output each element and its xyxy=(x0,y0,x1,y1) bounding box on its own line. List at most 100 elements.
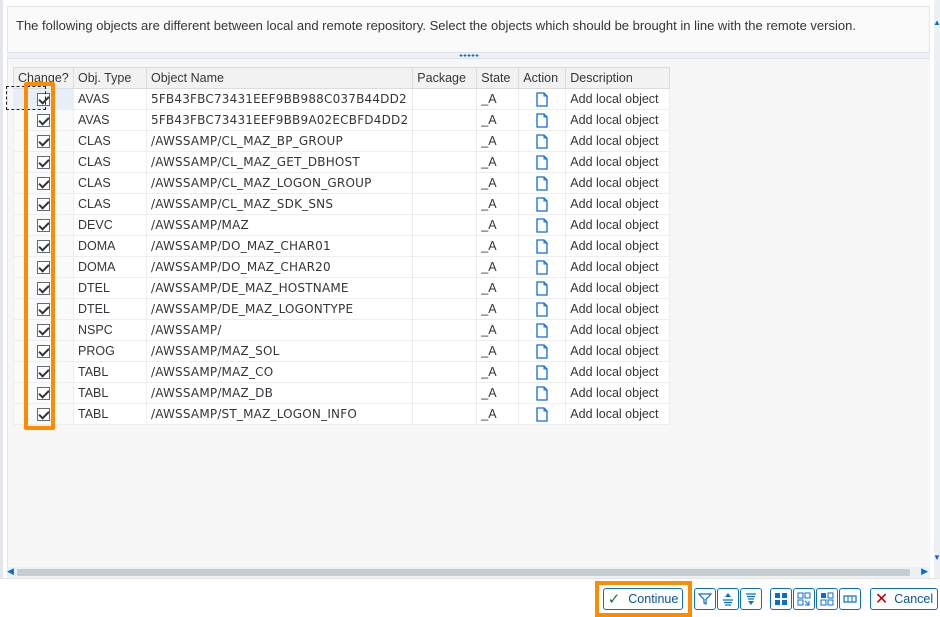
change-checkbox[interactable] xyxy=(37,219,50,233)
change-checkbox[interactable] xyxy=(37,261,50,275)
document-icon[interactable] xyxy=(536,385,548,401)
document-icon[interactable] xyxy=(536,91,548,107)
obj-type-cell: DOMA xyxy=(73,235,147,257)
column-header-state[interactable]: State xyxy=(476,67,520,89)
change-checkbox[interactable] xyxy=(37,198,50,212)
table-row[interactable]: TABL/AWSSAMP/ST_MAZ_LOGON_INFO _A Add loca… xyxy=(13,403,671,425)
obj-type-cell: DOMA xyxy=(73,256,147,278)
scroll-right-icon[interactable]: ▶ xyxy=(921,566,928,577)
change-checkbox[interactable] xyxy=(37,303,50,317)
document-icon[interactable] xyxy=(536,280,548,296)
column-header-obj-type[interactable]: Obj. Type xyxy=(73,67,147,89)
change-checkbox[interactable] xyxy=(37,387,50,401)
package-cell xyxy=(412,109,478,131)
select-all-button[interactable] xyxy=(770,588,792,610)
table-row[interactable]: DTEL/AWSSAMP/DE_MAZ_LOGONTYPE _A Add local… xyxy=(13,298,671,320)
deselect-all-icon xyxy=(820,592,834,606)
action-cell[interactable] xyxy=(518,319,567,341)
change-checkbox[interactable] xyxy=(37,114,50,128)
column-header-object-name[interactable]: Object Name xyxy=(145,67,414,89)
splitter-grip-icon[interactable] xyxy=(459,54,479,57)
document-icon[interactable] xyxy=(536,343,548,359)
action-cell[interactable] xyxy=(518,403,567,425)
deselect-all-button[interactable] xyxy=(816,588,838,610)
action-cell[interactable] xyxy=(518,361,567,383)
object-name-cell: /AWSSAMP/MAZ_DB xyxy=(145,382,414,404)
table-row[interactable]: TABL/AWSSAMP/MAZ_DB _A Add local object xyxy=(13,382,671,404)
action-cell[interactable] xyxy=(518,256,567,278)
sort-descending-button[interactable] xyxy=(740,588,762,610)
panel-splitter[interactable] xyxy=(7,52,930,59)
action-cell[interactable] xyxy=(518,172,567,194)
horizontal-scroll-thumb[interactable] xyxy=(17,569,910,576)
action-cell[interactable] xyxy=(518,340,567,362)
document-icon[interactable] xyxy=(536,217,548,233)
table-row[interactable]: AVAS 5FB43FBC73431EEF9BB9A02ECBFD4DD2 _A Ad… xyxy=(13,109,671,131)
action-cell[interactable] xyxy=(518,109,567,131)
table-row[interactable]: CLAS/AWSSAMP/CL_MAZ_GET_DBHOST _A Add loca… xyxy=(13,151,671,173)
table-row[interactable]: DEVC/AWSSAMP/MAZ _A Add local object xyxy=(13,214,671,236)
document-icon[interactable] xyxy=(536,112,548,128)
filter-button[interactable] xyxy=(694,588,716,610)
change-cell xyxy=(13,235,74,257)
continue-button[interactable]: ✓ Continue xyxy=(603,588,683,610)
sort-ascending-button[interactable] xyxy=(717,588,739,610)
table-row[interactable]: DOMA/AWSSAMP/DO_MAZ_CHAR20 _A Add local ob… xyxy=(13,256,671,278)
change-checkbox[interactable] xyxy=(37,135,50,149)
action-cell[interactable] xyxy=(518,130,567,152)
change-checkbox[interactable] xyxy=(37,156,50,170)
document-icon[interactable] xyxy=(536,154,548,170)
scroll-left-icon[interactable]: ◀ xyxy=(7,566,14,577)
package-cell xyxy=(412,277,478,299)
select-block-button[interactable] xyxy=(793,588,815,610)
action-cell[interactable] xyxy=(518,214,567,236)
table-row[interactable]: CLAS/AWSSAMP/CL_MAZ_LOGON_GROUP _A Add loc… xyxy=(13,172,671,194)
state-cell: _A xyxy=(476,193,520,215)
vertical-scrollbar[interactable] xyxy=(934,0,940,578)
action-cell[interactable] xyxy=(518,193,567,215)
change-cell xyxy=(13,319,74,341)
change-checkbox[interactable] xyxy=(37,282,50,296)
action-cell[interactable] xyxy=(518,235,567,257)
column-header-action[interactable]: Action xyxy=(518,67,567,89)
change-checkbox[interactable] xyxy=(37,345,50,359)
table-row[interactable]: DOMA/AWSSAMP/DO_MAZ_CHAR01 _A Add local ob… xyxy=(13,235,671,257)
action-cell[interactable] xyxy=(518,298,567,320)
obj-type-cell: TABL xyxy=(73,361,147,383)
document-icon[interactable] xyxy=(536,322,548,338)
horizontal-scrollbar[interactable]: ◀ ▶ xyxy=(7,566,930,578)
table-row[interactable]: PROG/AWSSAMP/MAZ_SOL _A Add local object xyxy=(13,340,671,362)
document-icon[interactable] xyxy=(536,259,548,275)
column-header-change[interactable]: Change? xyxy=(13,67,74,89)
table-row[interactable]: TABL/AWSSAMP/MAZ_CO _A Add local object xyxy=(13,361,671,383)
table-row[interactable]: DTEL/AWSSAMP/DE_MAZ_HOSTNAME _A Add local … xyxy=(13,277,671,299)
document-icon[interactable] xyxy=(536,175,548,191)
column-header-description[interactable]: Description xyxy=(565,67,671,89)
document-icon[interactable] xyxy=(536,238,548,254)
action-cell[interactable] xyxy=(518,382,567,404)
document-icon[interactable] xyxy=(536,364,548,380)
document-icon[interactable] xyxy=(536,196,548,212)
action-cell[interactable] xyxy=(518,277,567,299)
action-cell[interactable] xyxy=(518,88,567,110)
change-checkbox[interactable] xyxy=(37,408,50,422)
cancel-button[interactable]: ✕ Cancel xyxy=(870,588,938,610)
scroll-up-icon[interactable]: ▲ xyxy=(933,18,940,27)
change-checkbox[interactable] xyxy=(37,366,50,380)
change-checkbox[interactable] xyxy=(37,93,50,107)
change-checkbox[interactable] xyxy=(37,324,50,338)
table-row[interactable]: CLAS/AWSSAMP/CL_MAZ_SDK_SNS _A Add local o… xyxy=(13,193,671,215)
document-icon[interactable] xyxy=(536,406,548,422)
column-header-package[interactable]: Package xyxy=(412,67,478,89)
state-cell: _A xyxy=(476,151,520,173)
document-icon[interactable] xyxy=(536,133,548,149)
action-cell[interactable] xyxy=(518,151,567,173)
table-row[interactable]: CLAS/AWSSAMP/CL_MAZ_BP_GROUP _A Add local … xyxy=(13,130,671,152)
change-checkbox[interactable] xyxy=(37,240,50,254)
document-icon[interactable] xyxy=(536,301,548,317)
change-checkbox[interactable] xyxy=(37,177,50,191)
details-button[interactable] xyxy=(839,588,861,610)
table-row[interactable]: NSPC/AWSSAMP/ _A Add local object xyxy=(13,319,671,341)
table-row[interactable]: AVAS 5FB43FBC73431EEF9BB988C037B44DD2 _A Ad… xyxy=(13,88,671,110)
scroll-down-icon[interactable]: ▼ xyxy=(933,553,940,562)
